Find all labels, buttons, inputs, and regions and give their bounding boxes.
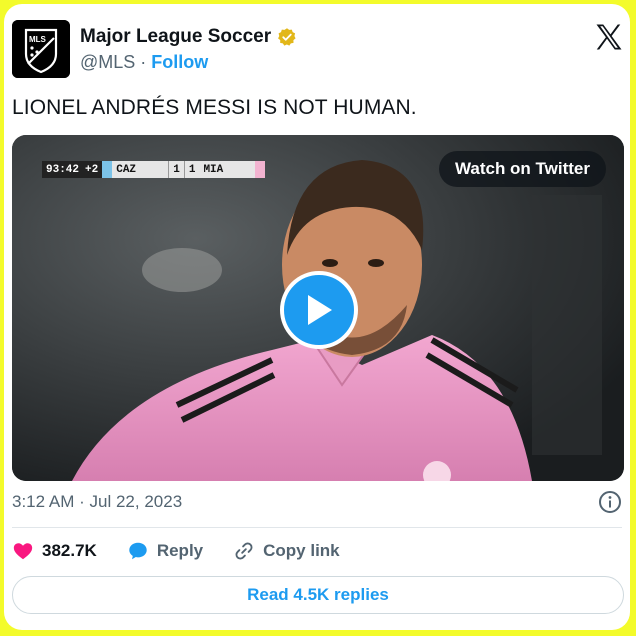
tweet-timestamp[interactable]: 3:12 AM · Jul 22, 2023 <box>12 492 182 512</box>
reply-button[interactable]: Reply <box>127 540 203 562</box>
away-team: MIA <box>199 161 256 178</box>
play-button[interactable] <box>280 271 358 349</box>
tweet-date: Jul 22, 2023 <box>89 492 183 511</box>
video-player[interactable]: 93:42 +2 CAZ 1 1 MIA Watch on Twitter <box>12 135 624 481</box>
added-time: +2 <box>85 163 99 176</box>
copy-link-label: Copy link <box>263 541 340 560</box>
reply-bubble-icon <box>129 542 147 560</box>
away-color-chip <box>255 161 266 178</box>
handle-row: @MLS · Follow <box>80 52 208 73</box>
action-bar: 382.7K Reply Copy link <box>12 540 370 562</box>
account-name[interactable]: Major League Soccer <box>80 26 271 48</box>
like-count: 382.7K <box>42 541 97 560</box>
tweet-text: LIONEL ANDRÉS MESSI IS NOT HUMAN. <box>12 96 417 119</box>
mls-logo-icon: MLS <box>12 20 70 78</box>
scorebug-clock: 93:42 +2 <box>42 161 103 178</box>
info-icon[interactable] <box>598 490 622 514</box>
scorebug: 93:42 +2 CAZ 1 1 MIA <box>42 161 266 178</box>
handle-separator: · <box>140 52 147 72</box>
link-icon <box>235 542 253 560</box>
like-button[interactable]: 382.7K <box>12 540 97 562</box>
timestamp-separator: · <box>79 492 85 511</box>
tweet-time: 3:12 AM <box>12 492 75 511</box>
divider <box>12 527 622 528</box>
away-score: 1 <box>183 161 200 178</box>
account-name-row: Major League Soccer <box>80 26 297 48</box>
heart-icon <box>13 543 33 560</box>
verified-badge-icon <box>278 28 296 46</box>
avatar[interactable]: MLS <box>12 20 70 78</box>
x-logo-icon[interactable] <box>594 22 624 52</box>
tweet-embed-card: MLS Major League Soccer @MLS · Follow LI… <box>4 4 630 630</box>
account-handle[interactable]: @MLS <box>80 52 135 73</box>
avatar-text: MLS <box>29 35 47 44</box>
watch-on-twitter-button[interactable]: Watch on Twitter <box>438 151 606 187</box>
play-icon <box>308 295 332 325</box>
follow-button[interactable]: Follow <box>151 52 208 73</box>
reply-label: Reply <box>156 541 204 560</box>
copy-link-button[interactable]: Copy link <box>233 540 340 562</box>
read-replies-button[interactable]: Read 4.5K replies <box>12 576 624 614</box>
clock-value: 93:42 <box>46 163 80 176</box>
home-color-chip <box>102 161 113 178</box>
home-team: CAZ <box>112 161 169 178</box>
home-score: 1 <box>168 161 184 178</box>
